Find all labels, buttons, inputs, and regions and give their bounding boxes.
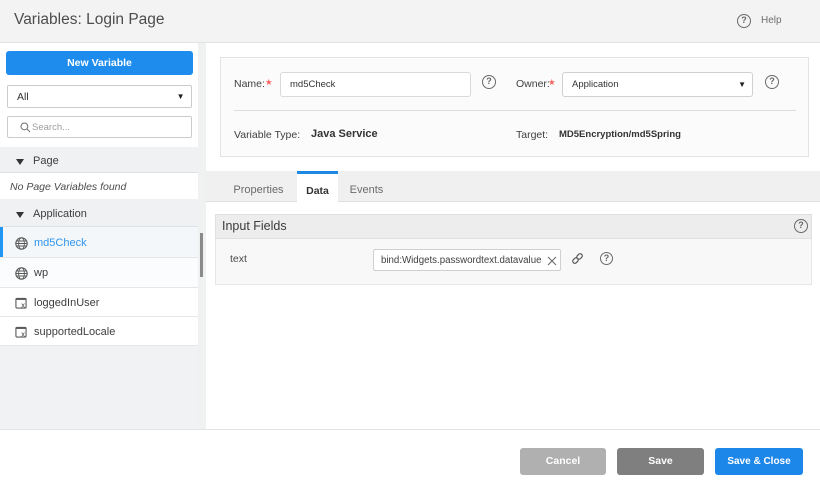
svg-text:x: x bbox=[21, 329, 25, 338]
svg-text:x: x bbox=[21, 300, 25, 309]
